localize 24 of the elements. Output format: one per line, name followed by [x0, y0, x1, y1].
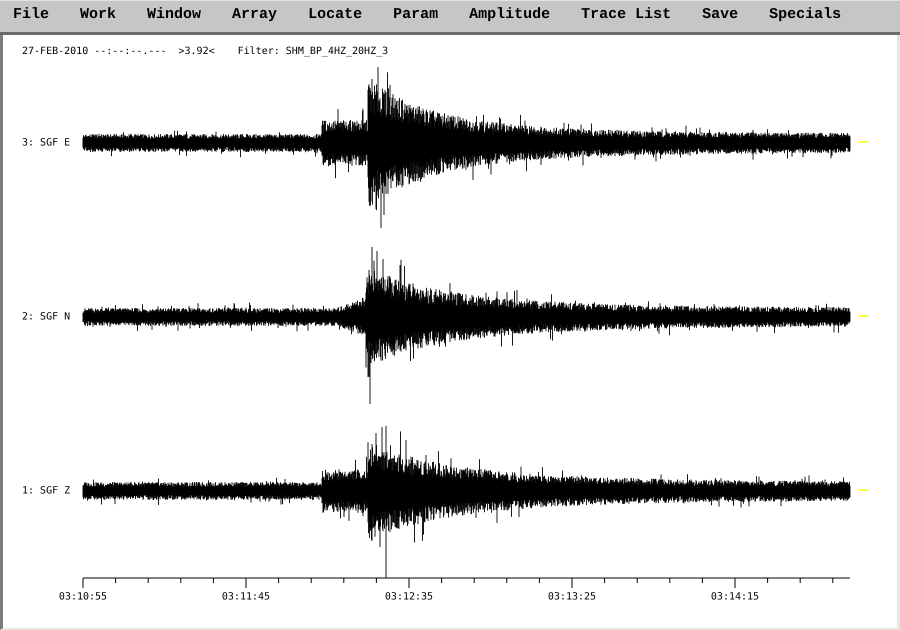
axis-tick-label: 03:10:55 [58, 592, 108, 602]
axis-tick-label: 03:11:45 [222, 592, 270, 602]
menu-item[interactable]: File [13, 6, 50, 24]
reading-value: >3.92< [178, 45, 215, 59]
menu-item[interactable]: Work [80, 6, 116, 24]
menu-item[interactable]: Specials [769, 6, 842, 24]
menu-item[interactable]: Array [232, 6, 278, 24]
axis-tick-label: 03:13:25 [548, 592, 596, 602]
trace-label: 3: SGF E [22, 138, 70, 148]
trace-marker-icon [859, 489, 868, 491]
menu-item[interactable]: Amplitude [469, 6, 550, 24]
trace-marker-icon [859, 141, 868, 143]
menu-item[interactable]: Trace List [581, 6, 672, 24]
menu-item[interactable]: Param [393, 6, 438, 24]
filter-label: Filter: SHM_BP_4HZ_20HZ_3 [238, 45, 388, 59]
menu-item[interactable]: Window [147, 6, 202, 24]
trace-label: 1: SGF Z [22, 486, 70, 496]
date-time-label: 27-FEB-2010 --:--:--.--- [22, 45, 166, 59]
axis-tick-label: 03:14:15 [710, 592, 760, 602]
trace-label: 2: SGF N [22, 312, 70, 322]
trace-marker-icon [859, 315, 868, 317]
menu-item[interactable]: Save [702, 6, 738, 24]
menu-item[interactable]: Locate [308, 6, 362, 24]
axis-tick-label: 03:12:35 [384, 592, 434, 602]
